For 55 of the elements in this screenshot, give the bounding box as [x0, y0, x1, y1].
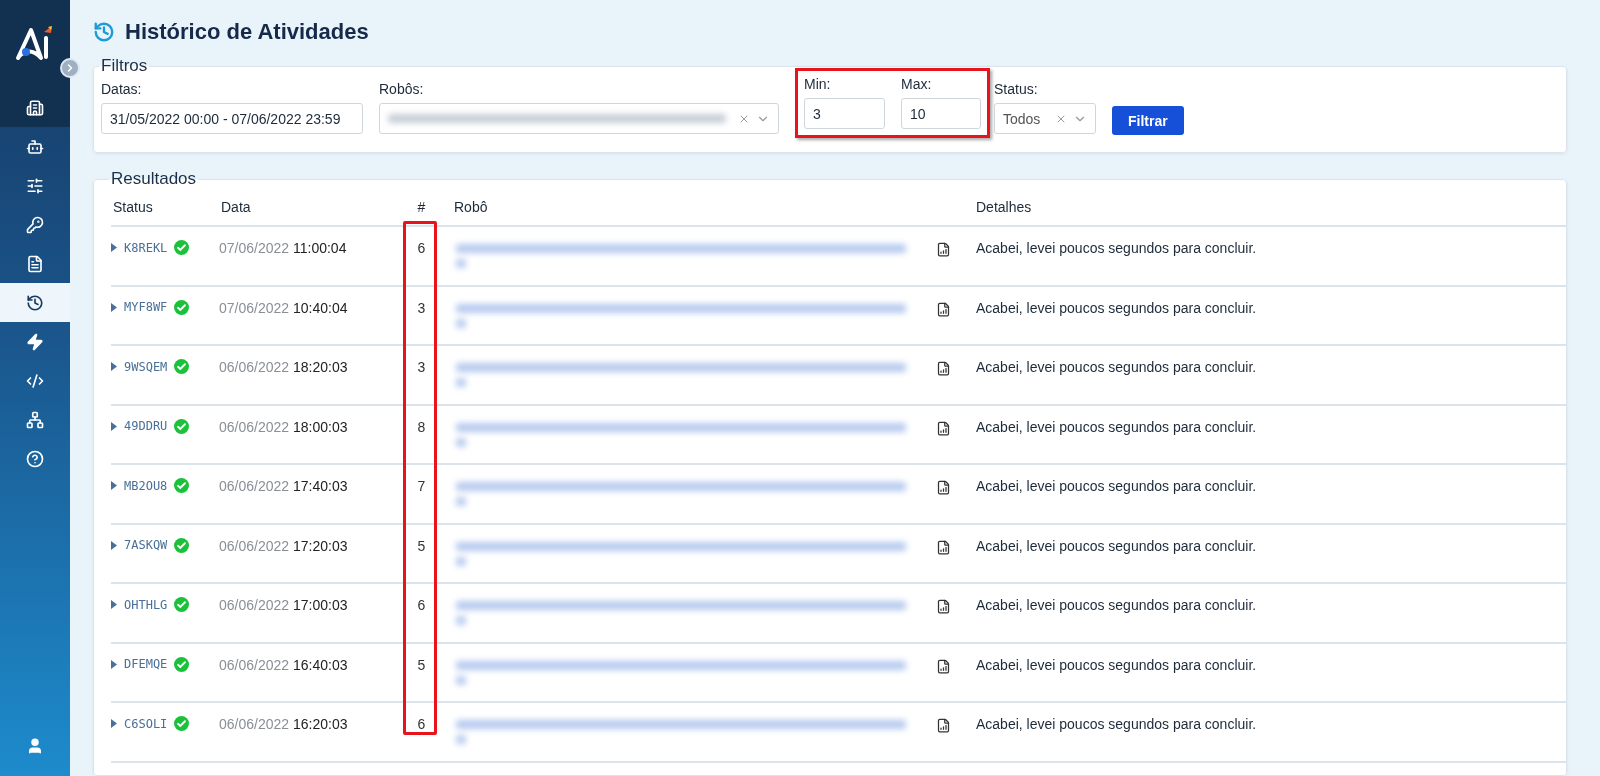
count-cell-text: 6: [416, 716, 427, 732]
count-cell-text: 6: [416, 240, 427, 256]
panel-title: Filtros: [100, 56, 149, 76]
column-header: Data: [220, 199, 252, 215]
details-text: Acabei, levei poucos segundos para concluir.: [975, 716, 1258, 732]
count-cell-text: 7: [416, 478, 427, 494]
count-cell-text: 5: [416, 537, 427, 554]
field-label: Max:: [901, 75, 933, 93]
execution-code: 49DDRU: [124, 419, 168, 433]
filter-button[interactable]: Filtrar: [1112, 106, 1184, 135]
execution-code: MB2OU8: [124, 478, 168, 493]
count-cell-text: 5: [416, 656, 427, 673]
date-cell-text: 06/06/2022 17:40:03: [219, 478, 349, 494]
min-field[interactable]: 3: [804, 98, 885, 129]
details-text: Acabei, levei poucos segundos para concluir.: [975, 359, 1258, 375]
execution-code: MYF8WF: [124, 300, 168, 314]
field-label: Status:: [994, 80, 1039, 98]
count-cell-text: 6: [416, 597, 427, 613]
date-cell-text: 06/06/2022 17:00:03: [219, 597, 349, 613]
execution-code: OHTHLG: [124, 597, 168, 612]
page-title: Histórico de Atividades: [125, 19, 369, 45]
field-label: Robôs:: [379, 80, 425, 98]
details-text: Acabei, levei poucos segundos para concluir.: [975, 478, 1258, 494]
panel-title: Resultados: [110, 169, 198, 189]
column-header: #: [416, 199, 427, 215]
status-select[interactable]: Todos: [994, 103, 1096, 134]
count-cell-text: 3: [416, 299, 427, 316]
date-cell-text: 06/06/2022 16:20:03: [219, 716, 349, 732]
count-cell-text: 3: [416, 359, 427, 375]
max-field[interactable]: 10: [901, 98, 981, 129]
column-header: Status: [112, 199, 154, 215]
column-header: Robô: [453, 199, 489, 215]
execution-code: 9WSQEM: [124, 359, 168, 374]
date-cell-text: 06/06/2022 17:20:03: [219, 537, 349, 554]
details-text: Acabei, levei poucos segundos para concluir.: [975, 240, 1258, 256]
date-cell-text: 06/06/2022 18:20:03: [219, 359, 349, 375]
column-header: Detalhes: [975, 199, 1033, 215]
details-text: Acabei, levei poucos segundos para concluir.: [975, 299, 1258, 316]
date-cell-text: 06/06/2022 18:00:03: [219, 418, 349, 435]
details-text: Acabei, levei poucos segundos para concluir.: [975, 418, 1258, 435]
execution-code: K8REKL: [124, 240, 168, 255]
field-label: Min:: [804, 75, 832, 93]
details-text: Acabei, levei poucos segundos para concluir.: [975, 597, 1258, 613]
select-value: Todos: [1003, 110, 1042, 127]
field-label: Datas:: [101, 80, 143, 98]
count-cell-text: 8: [416, 418, 427, 435]
execution-code: C6SOLI: [124, 716, 168, 731]
date-cell-text: 06/06/2022 16:40:03: [219, 656, 349, 673]
date-cell-text: 07/06/2022 10:40:04: [219, 299, 349, 316]
execution-code: 7ASKQW: [124, 538, 168, 552]
details-text: Acabei, levei poucos segundos para concluir.: [975, 656, 1258, 673]
execution-code: DFEMQE: [124, 657, 168, 671]
date-range-field[interactable]: 31/05/2022 00:00 - 07/06/2022 23:59: [101, 103, 363, 134]
details-text: Acabei, levei poucos segundos para concluir.: [975, 537, 1258, 554]
date-cell-text: 07/06/2022 11:00:04: [219, 240, 348, 256]
